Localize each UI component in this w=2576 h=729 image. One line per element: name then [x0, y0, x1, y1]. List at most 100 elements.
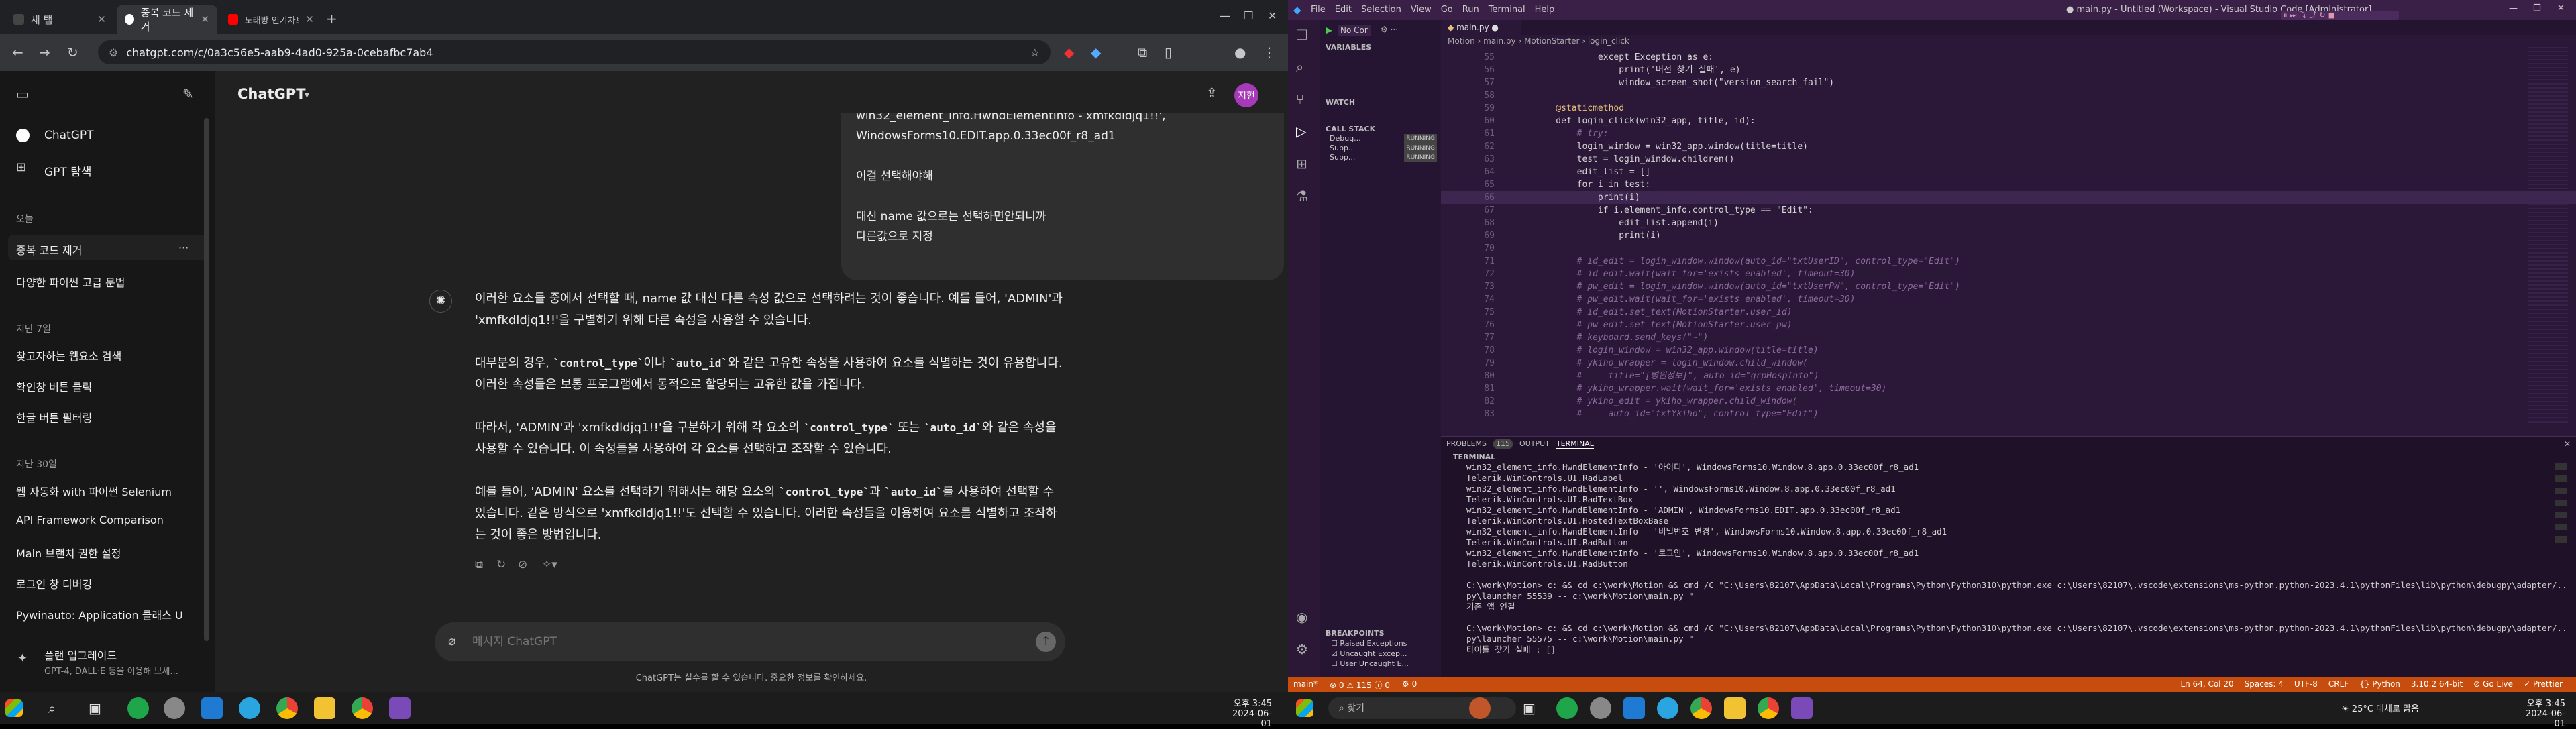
sidebar-item-history[interactable]: 다양한 파이썬 고급 문법 [16, 274, 125, 290]
start-icon[interactable] [1296, 699, 1313, 717]
minimap[interactable] [2528, 47, 2568, 423]
vscode-icon[interactable] [201, 697, 223, 719]
code-line[interactable]: 55 except Exception as e: [1441, 51, 2576, 64]
breakpoint-item[interactable]: ☐ User Uncaught E... [1331, 659, 1409, 669]
code-line[interactable]: 69 print(i) [1441, 229, 2576, 242]
menu-help[interactable]: Help [1535, 5, 1555, 15]
sidebar-item-history[interactable]: 중복 코드 제거 [16, 241, 83, 258]
back-icon[interactable]: ← [12, 46, 23, 59]
minimize-icon[interactable]: — [1220, 9, 1230, 23]
code-line[interactable]: 83 # auto_id="txtYkiho", control_type="E… [1441, 408, 2576, 420]
more-icon[interactable]: ··· [178, 241, 189, 255]
settings-icon[interactable] [164, 697, 185, 719]
maximize-icon[interactable]: ❐ [2533, 3, 2541, 13]
code-line[interactable]: 78 # login_window = win32_app.window(tit… [1441, 344, 2576, 357]
code-line[interactable]: 81 # ykiho_wrapper.wait(wait_for='exists… [1441, 382, 2576, 395]
code-line[interactable]: 60 def login_click(win32_app, title, id)… [1441, 115, 2576, 127]
code-line[interactable]: 64 edit_list = [] [1441, 166, 2576, 178]
sidepanel-icon[interactable]: ▯ [1165, 46, 1172, 59]
testing-icon[interactable]: ⚗ [1296, 189, 1308, 203]
branch-status[interactable]: main* [1293, 679, 1318, 691]
code-line[interactable]: 56 print('버전 찾기 실패', e) [1441, 64, 2576, 76]
code-line[interactable]: 61 # try: [1441, 127, 2576, 140]
task-view-icon[interactable]: ▣ [89, 702, 101, 715]
gear-icon[interactable]: ⚙ [1296, 642, 1308, 656]
start-icon[interactable] [5, 699, 23, 717]
section-variables[interactable]: VARIABLES [1326, 43, 1371, 52]
tab-terminal[interactable]: TERMINAL [1556, 439, 1594, 449]
avatar[interactable]: 지현 [1234, 83, 1258, 107]
app-icon[interactable] [127, 697, 149, 719]
eol-status[interactable]: CRLF [2328, 679, 2349, 689]
close-panel-icon[interactable]: ✕ [2564, 439, 2571, 449]
close-icon[interactable]: ✕ [201, 13, 209, 25]
close-icon[interactable]: ✕ [305, 13, 314, 25]
code-line[interactable]: 59 @staticmethod [1441, 102, 2576, 115]
code-line[interactable]: 73 # pw_edit = login_window.window(auto_… [1441, 280, 2576, 293]
address-bar[interactable]: ⚙ chatgpt.com/c/0a3c56e5-aab9-4ad0-925a-… [98, 40, 1051, 64]
chrome-icon[interactable] [1690, 697, 1712, 719]
close-window-icon[interactable]: ✕ [2557, 3, 2565, 13]
close-icon[interactable]: ✕ [97, 13, 106, 25]
sidebar-item-chatgpt[interactable]: ChatGPT [44, 129, 94, 142]
code-line[interactable]: 70 [1441, 242, 2576, 255]
sidebar-item-explore[interactable]: GPT 탐색 [44, 162, 92, 179]
language-status[interactable]: {} Python [2359, 679, 2400, 689]
close-window-icon[interactable]: ✕ [1268, 9, 1277, 23]
code-line[interactable]: 63 test = login_window.children() [1441, 153, 2576, 166]
code-line[interactable]: 58 [1441, 89, 2576, 102]
file-explorer-icon[interactable] [314, 697, 335, 719]
model-switch-icon[interactable]: ✧▾ [542, 558, 557, 571]
code-line[interactable]: 80 # title="[병원정보]", auto_id="grpHospInf… [1441, 370, 2576, 382]
start-debug-icon[interactable]: ▶ [1326, 25, 1332, 36]
share-icon[interactable]: ⇪ [1206, 86, 1218, 99]
menu-kebab-icon[interactable]: ⋮ [1263, 46, 1276, 59]
profile-icon[interactable]: ● [1234, 46, 1246, 59]
problems-status[interactable]: ⊗ 0 ⚠ 115 ⓘ 0 [1330, 679, 1390, 691]
account-icon[interactable]: ◉ [1296, 610, 1307, 624]
minimize-icon[interactable]: — [2509, 3, 2518, 13]
code-line[interactable]: 66 print(i) [1441, 191, 2576, 204]
extension-icon[interactable]: ◆ [1064, 46, 1074, 59]
chrome-icon[interactable] [1758, 697, 1779, 719]
site-info-icon[interactable]: ⚙ [109, 46, 118, 59]
callstack-item[interactable]: Debug... RUNNING [1330, 134, 1437, 144]
sidebar-toggle-icon[interactable]: ▭ [16, 87, 29, 101]
tab-main-py[interactable]: ◆ main.py ● [1441, 20, 1521, 35]
breakpoint-item[interactable]: ☐ Raised Exceptions [1331, 638, 1409, 649]
callstack-item[interactable]: Subp... RUNNING [1330, 153, 1437, 162]
run-config-select[interactable]: No Cor [1338, 25, 1371, 36]
menu-edit[interactable]: Edit [1335, 5, 1352, 15]
chevron-down-icon[interactable]: ▾ [305, 89, 309, 102]
tab-youtube[interactable]: 노래방 인기차트 발라드 (2 ✕ [220, 5, 322, 34]
menu-run[interactable]: Run [1462, 5, 1479, 15]
code-line[interactable]: 76 # pw_edit.set_text(MotionStarter.user… [1441, 319, 2576, 331]
code-line[interactable]: 68 edit_list.append(i) [1441, 217, 2576, 229]
chrome-icon[interactable] [352, 697, 373, 719]
maximize-icon[interactable]: ❐ [1244, 9, 1253, 23]
reload-icon[interactable]: ↻ [67, 46, 78, 59]
code-line[interactable]: 71 # id_edit = login_window.window(auto_… [1441, 255, 2576, 268]
sidebar-item-history[interactable]: Main 브랜치 권한 설정 [16, 545, 121, 561]
chrome-icon[interactable] [276, 697, 298, 719]
search-icon[interactable]: ⌕ [1296, 60, 1303, 74]
cursor-position[interactable]: Ln 64, Col 20 [2180, 679, 2233, 689]
section-callstack[interactable]: CALL STACK [1326, 125, 1375, 133]
ports-status[interactable]: ⚙ 0 [1402, 679, 1417, 691]
app-icon[interactable] [1556, 697, 1578, 719]
telegram-icon[interactable] [239, 697, 260, 719]
app-icon[interactable] [1791, 697, 1813, 719]
code-line[interactable]: 67 if i.element_info.control_type == "Ed… [1441, 204, 2576, 217]
sidebar-item-history[interactable]: Pywinauto: Application 클래스 U [16, 606, 196, 622]
tab-new[interactable]: 새 탭 ✕ [5, 5, 114, 34]
prettier-status[interactable]: ✓ Prettier [2524, 679, 2563, 689]
menu-view[interactable]: View [1411, 5, 1432, 15]
code-line[interactable]: 82 # ykiho_edit = ykiho_wrapper.child_wi… [1441, 395, 2576, 408]
message-input[interactable] [472, 632, 1009, 652]
model-selector[interactable]: ChatGPT [237, 86, 306, 102]
menu-terminal[interactable]: Terminal [1489, 5, 1525, 15]
explorer-icon[interactable]: ❐ [1296, 28, 1308, 42]
tab-chatgpt[interactable]: 중복 코드 제거 ✕ [117, 5, 217, 34]
thumbs-down-icon[interactable]: ⊘ [518, 558, 527, 571]
source-control-icon[interactable]: ⑂ [1296, 93, 1304, 106]
